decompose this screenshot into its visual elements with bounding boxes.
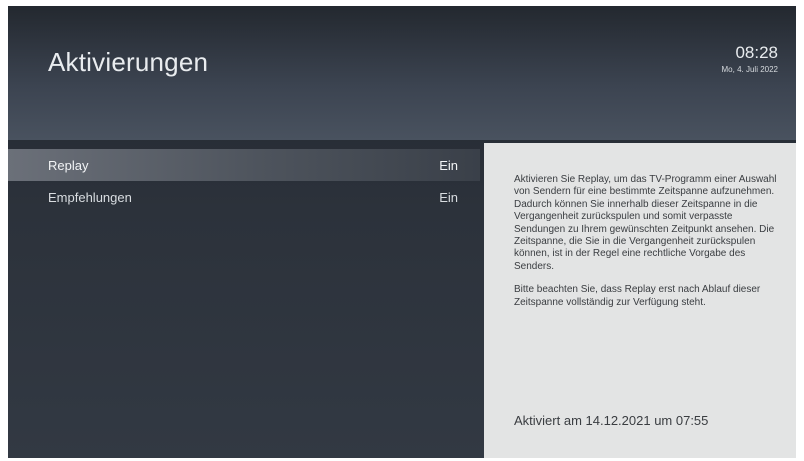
clock: 08:28 (735, 43, 778, 62)
menu-item-label: Replay (48, 157, 89, 173)
menu-item-empfehlungen[interactable]: Empfehlungen Ein (8, 181, 480, 213)
date: Mo, 4. Juli 2022 (721, 65, 778, 74)
header: Aktivierungen 08:28 Mo, 4. Juli 2022 (8, 6, 796, 140)
settings-menu: Replay Ein Empfehlungen Ein (8, 149, 480, 213)
info-paragraph: Bitte beachten Sie, dass Replay erst nac… (514, 284, 761, 308)
info-text: Aktivieren Sie Replay, um das TV-Program… (514, 174, 786, 320)
page-title: Aktivierungen (48, 47, 209, 77)
menu-item-replay[interactable]: Replay Ein (8, 149, 480, 181)
menu-item-label: Empfehlungen (48, 189, 132, 205)
info-paragraph: Aktivieren Sie Replay, um das TV-Program… (514, 174, 777, 272)
menu-item-value: Ein (439, 157, 458, 173)
info-panel: Aktivieren Sie Replay, um das TV-Program… (484, 143, 796, 458)
tv-screen: Aktivierungen 08:28 Mo, 4. Juli 2022 Rep… (8, 6, 796, 458)
menu-item-value: Ein (439, 189, 458, 205)
activation-status: Aktiviert am 14.12.2021 um 07:55 (514, 413, 709, 428)
